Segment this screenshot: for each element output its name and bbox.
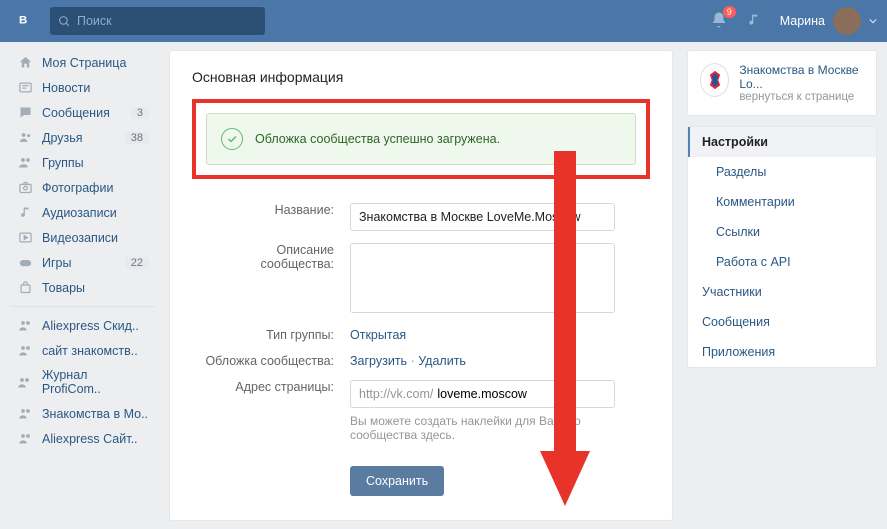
sidebar-item-news[interactable]: Новости xyxy=(10,75,155,100)
success-alert: Обложка сообщества успешно загружена. xyxy=(206,113,636,165)
groups-icon xyxy=(16,155,34,170)
main-panel: Основная информация Обложка сообщества у… xyxy=(169,50,673,521)
music-icon[interactable] xyxy=(746,12,762,31)
sidebar-group-link[interactable]: Aliexpress Сайт.. xyxy=(10,426,155,451)
sidebar-group-link[interactable]: сайт знакомств.. xyxy=(10,338,155,363)
music-icon xyxy=(16,205,34,220)
camera-icon xyxy=(16,180,34,195)
group-header[interactable]: Знакомства в Москве Lo... вернуться к ст… xyxy=(688,51,876,115)
notif-badge: 9 xyxy=(723,6,736,18)
groups-icon xyxy=(16,343,34,358)
market-icon xyxy=(16,280,34,295)
sidebar-item-mypage[interactable]: Моя Страница xyxy=(10,50,155,75)
nav-api[interactable]: Работа с API xyxy=(688,247,876,277)
alert-highlight: Обложка сообщества успешно загружена. xyxy=(192,99,650,179)
cover-label: Обложка сообщества: xyxy=(192,348,342,374)
friends-icon xyxy=(16,130,34,145)
home-icon xyxy=(16,55,34,70)
groups-icon xyxy=(16,406,34,421)
addr-label: Адрес страницы: xyxy=(192,374,342,448)
sidebar-item-photos[interactable]: Фотографии xyxy=(10,175,155,200)
groups-icon xyxy=(16,431,34,446)
sidebar-item-video[interactable]: Видеозаписи xyxy=(10,225,155,250)
user-menu[interactable]: Марина xyxy=(780,7,877,35)
message-icon xyxy=(16,105,34,120)
save-button[interactable]: Сохранить xyxy=(350,466,444,496)
groups-icon xyxy=(16,375,34,390)
notifications-icon[interactable]: 9 xyxy=(710,11,728,32)
group-name: Знакомства в Москве Lo... xyxy=(739,63,864,91)
sidebar-item-games[interactable]: Игры22 xyxy=(10,250,155,275)
left-sidebar: Моя Страница Новости Сообщения3 Друзья38… xyxy=(10,50,155,521)
alert-text: Обложка сообщества успешно загружена. xyxy=(255,132,500,146)
group-avatar xyxy=(700,63,729,97)
sidebar-group-link[interactable]: Журнал ProfiCom.. xyxy=(10,363,155,401)
games-icon xyxy=(16,255,34,270)
nav-members[interactable]: Участники xyxy=(688,277,876,307)
count-badge: 22 xyxy=(125,257,149,269)
settings-nav: Настройки Разделы Комментарии Ссылки Раб… xyxy=(687,126,877,368)
sidebar-group-link[interactable]: Знакомства в Мо.. xyxy=(10,401,155,426)
top-header: B Поиск 9 Марина xyxy=(0,0,887,42)
desc-label: Описание сообщества: xyxy=(192,237,342,322)
news-icon xyxy=(16,80,34,95)
addr-hint: Вы можете создать наклейки для Вашего со… xyxy=(350,414,642,442)
group-back-link[interactable]: вернуться к странице xyxy=(739,91,864,103)
name-label: Название: xyxy=(192,197,342,237)
addr-prefix: http://vk.com/ xyxy=(351,381,433,407)
video-icon xyxy=(16,230,34,245)
search-placeholder: Поиск xyxy=(77,14,112,28)
cover-delete-link[interactable]: Удалить xyxy=(418,354,466,368)
count-badge: 3 xyxy=(131,107,149,119)
address-input[interactable] xyxy=(433,381,614,407)
nav-messages[interactable]: Сообщения xyxy=(688,307,876,337)
avatar xyxy=(833,7,861,35)
nav-comments[interactable]: Комментарии xyxy=(688,187,876,217)
sidebar-group-link[interactable]: Aliexpress Скид.. xyxy=(10,313,155,338)
address-input-wrap: http://vk.com/ xyxy=(350,380,615,408)
cover-upload-link[interactable]: Загрузить xyxy=(350,354,407,368)
sidebar-item-friends[interactable]: Друзья38 xyxy=(10,125,155,150)
groups-icon xyxy=(16,318,34,333)
name-input[interactable] xyxy=(350,203,615,231)
check-icon xyxy=(221,128,243,150)
right-sidebar: Знакомства в Москве Lo... вернуться к ст… xyxy=(687,50,877,521)
nav-sections[interactable]: Разделы xyxy=(688,157,876,187)
type-label: Тип группы: xyxy=(192,322,342,348)
svg-text:B: B xyxy=(19,15,27,27)
count-badge: 38 xyxy=(125,132,149,144)
nav-settings[interactable]: Настройки xyxy=(688,127,876,157)
type-value[interactable]: Открытая xyxy=(350,328,406,342)
desc-input[interactable] xyxy=(350,243,615,313)
nav-links[interactable]: Ссылки xyxy=(688,217,876,247)
sidebar-item-market[interactable]: Товары xyxy=(10,275,155,300)
user-name: Марина xyxy=(780,14,825,28)
chevron-down-icon xyxy=(869,17,877,25)
sidebar-item-groups[interactable]: Группы xyxy=(10,150,155,175)
nav-apps[interactable]: Приложения xyxy=(688,337,876,367)
sidebar-item-audio[interactable]: Аудиозаписи xyxy=(10,200,155,225)
vk-logo[interactable]: B xyxy=(10,7,50,35)
search-input[interactable]: Поиск xyxy=(50,7,265,35)
page-title: Основная информация xyxy=(192,69,650,85)
sidebar-item-messages[interactable]: Сообщения3 xyxy=(10,100,155,125)
